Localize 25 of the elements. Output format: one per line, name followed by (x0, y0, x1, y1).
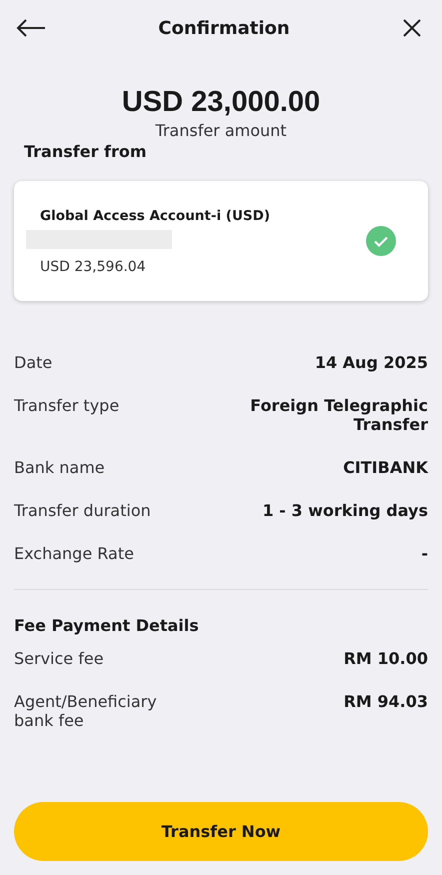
account-name: Global Access Account-i (USD) (40, 208, 270, 224)
detail-label: Bank name (14, 458, 105, 477)
fee-value: RM 10.00 (344, 649, 428, 668)
section-heading: Transfer from (24, 142, 148, 161)
detail-label: Transfer duration (14, 501, 151, 520)
fee-label: Service fee (14, 649, 105, 668)
detail-value: 1 - 3 working days (262, 501, 428, 520)
detail-value: - (421, 544, 428, 563)
fee-value: RM 94.03 (344, 692, 428, 711)
detail-value: CITIBANK (343, 458, 428, 477)
detail-value: 14 Aug 2025 (314, 353, 428, 372)
account-balance: USD 23,596.04 (40, 258, 147, 274)
section-heading: Fee Payment Details (14, 616, 200, 635)
screen-title: Confirmation (158, 18, 290, 38)
fee-label: Agent/Beneficiary bank fee (14, 692, 158, 730)
account-card[interactable]: Global Access Account-i (USD) USD 23,596.04 (14, 181, 428, 301)
transfer-now-button[interactable]: Transfer Now (14, 802, 428, 861)
transfer-amount: USD 23,000.00 (122, 86, 320, 119)
close-icon[interactable] (402, 18, 422, 38)
back-arrow-icon[interactable] (16, 18, 46, 38)
detail-label: Transfer type (14, 396, 120, 415)
amount-caption: Transfer amount (155, 121, 287, 140)
detail-label: Exchange Rate (14, 544, 134, 563)
detail-value: Foreign Telegraphic Transfer (249, 396, 428, 434)
detail-label: Date (14, 353, 52, 372)
